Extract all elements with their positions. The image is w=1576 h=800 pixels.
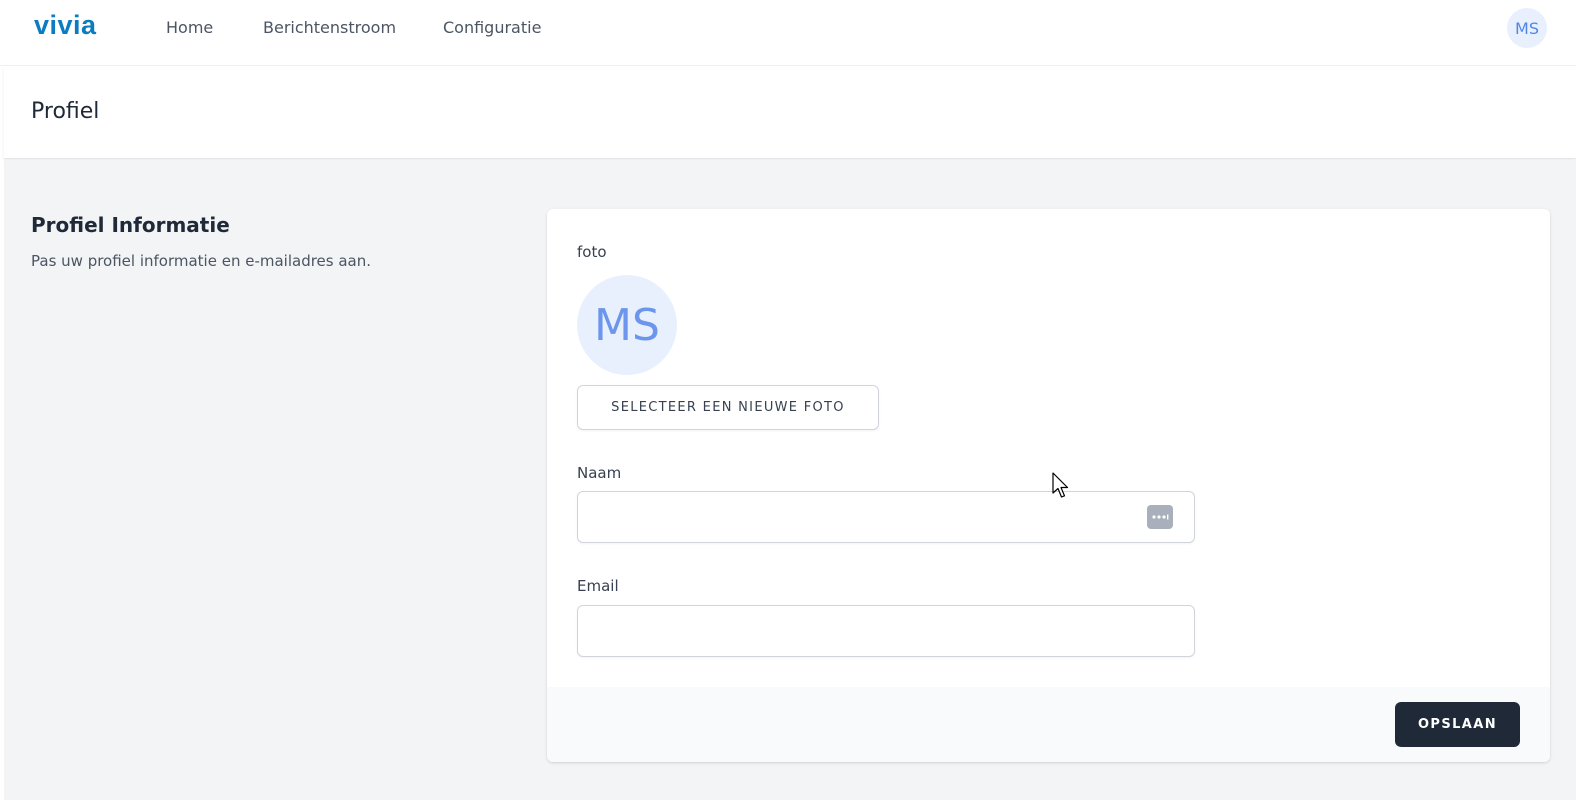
profile-form-card: foto MS SELECTEER EEN NIEUWE FOTO Naam E… [547,209,1550,762]
top-navigation: vivia Home Berichtenstroom Configuratie … [0,0,1576,66]
nav-link-berichtenstroom[interactable]: Berichtenstroom [263,18,396,37]
name-input[interactable] [577,491,1195,543]
save-button[interactable]: OPSLAAN [1395,702,1520,747]
vivia-logo[interactable]: vivia [34,10,97,41]
photo-label: foto [577,243,607,261]
nav-link-home[interactable]: Home [166,18,213,37]
user-avatar-menu[interactable]: MS [1507,8,1547,48]
card-footer: OPSLAAN [547,687,1550,762]
email-input[interactable] [577,605,1195,657]
section-description: Pas uw profiel informatie en e-mailadres… [31,252,372,270]
profile-photo-avatar: MS [577,275,677,375]
main-content: Profiel Informatie Pas uw profiel inform… [4,160,1576,800]
section-title: Profiel Informatie [31,213,230,237]
email-label: Email [577,577,619,595]
mouse-cursor-icon [1052,472,1069,498]
name-label: Naam [577,464,622,482]
page-title: Profiel [31,99,100,124]
nav-link-configuratie[interactable]: Configuratie [443,18,541,37]
page-header: Profiel [4,67,1576,159]
select-new-photo-button[interactable]: SELECTEER EEN NIEUWE FOTO [577,385,879,430]
password-manager-icon[interactable] [1147,505,1173,529]
